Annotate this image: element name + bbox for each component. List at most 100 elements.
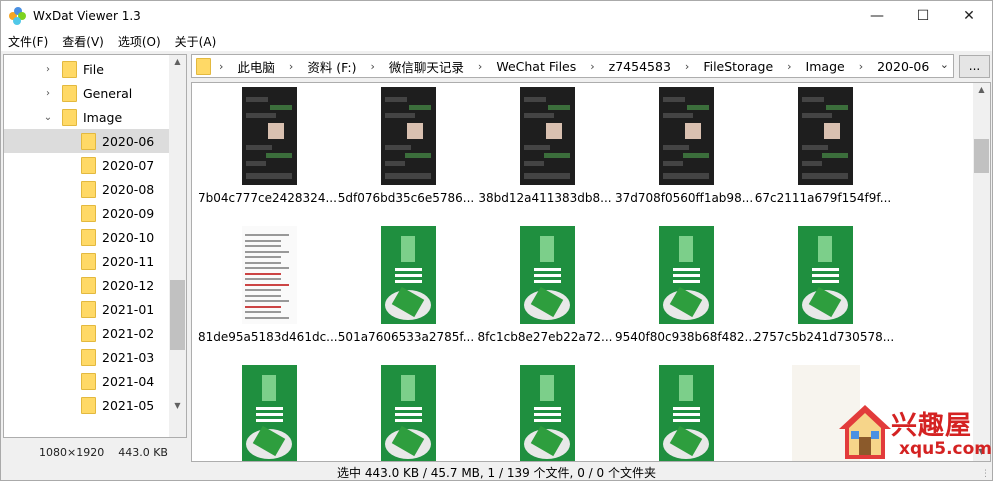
scroll-down-icon[interactable]: ▼ bbox=[169, 401, 186, 410]
thumbnail-item[interactable]: 501a7606533a2785f... bbox=[337, 226, 475, 360]
breadcrumb-item[interactable]: Image bbox=[798, 59, 853, 74]
image-info: 1080×1920 443.0 KB bbox=[3, 441, 187, 463]
content-scroll-thumb[interactable] bbox=[974, 139, 989, 173]
app-logo-icon bbox=[9, 7, 27, 25]
minimize-icon: — bbox=[870, 8, 884, 24]
folder-icon bbox=[81, 348, 96, 366]
thumbnail-image bbox=[242, 365, 297, 461]
tree-item-2021-01[interactable]: 2021-01 bbox=[4, 297, 170, 321]
image-resolution: 1080×1920 bbox=[39, 445, 105, 459]
breadcrumb-item[interactable]: 2020-06 bbox=[869, 59, 937, 74]
status-bar: 选中 443.0 KB / 45.7 MB, 1 / 139 个文件, 0 / … bbox=[1, 463, 992, 481]
watermark-house-icon bbox=[839, 405, 891, 459]
breadcrumb-item[interactable]: z7454583 bbox=[601, 59, 679, 74]
thumbnail-item[interactable]: 81de95a5183d461dc... bbox=[198, 226, 338, 360]
thumbnail-item[interactable]: 9540f80c938b68f482... bbox=[615, 226, 756, 360]
tree-item-2020-06[interactable]: 2020-06 bbox=[4, 129, 170, 153]
thumbnail-item[interactable] bbox=[337, 365, 475, 461]
breadcrumb-item[interactable]: WeChat Files bbox=[488, 59, 584, 74]
scroll-up-icon[interactable]: ▲ bbox=[169, 57, 186, 66]
chevron-right-icon[interactable]: › bbox=[283, 60, 299, 73]
tree-item-2021-05[interactable]: 2021-05 bbox=[4, 393, 170, 417]
tree-item-2021-02[interactable]: 2021-02 bbox=[4, 321, 170, 345]
watermark-url: xqu5.com bbox=[899, 439, 992, 459]
tree-item-2020-09[interactable]: 2020-09 bbox=[4, 201, 170, 225]
minimize-button[interactable]: — bbox=[854, 1, 900, 31]
window-controls: — ☐ ✕ bbox=[854, 1, 992, 31]
tree-item-image[interactable]: ⌄ Image bbox=[4, 105, 170, 129]
chevron-right-icon[interactable]: › bbox=[853, 60, 869, 73]
tree-item-2020-11[interactable]: 2020-11 bbox=[4, 249, 170, 273]
tree-item-label: 2020-10 bbox=[102, 229, 155, 245]
menu-about[interactable]: 关于(A) bbox=[168, 33, 224, 50]
folder-icon bbox=[62, 108, 77, 126]
thumbnail-item[interactable]: 37d708f0560ff1ab98... bbox=[615, 87, 753, 221]
thumbnail-item[interactable] bbox=[476, 365, 614, 461]
folder-icon bbox=[81, 132, 96, 150]
thumbnail-image bbox=[659, 87, 714, 185]
browse-button[interactable]: ... bbox=[959, 55, 990, 78]
folder-tree[interactable]: › File › General ⌄ Image 2020-06 2020-07 2… bbox=[3, 54, 187, 438]
thumbnail-item[interactable] bbox=[615, 365, 753, 461]
chevron-right-icon[interactable]: › bbox=[42, 64, 54, 75]
tree-item-2021-04[interactable]: 2021-04 bbox=[4, 369, 170, 393]
thumbnail-image bbox=[798, 226, 853, 324]
thumbnail-item[interactable]: 2757c5b241d730578... bbox=[754, 226, 895, 360]
thumbnail-image bbox=[381, 365, 436, 461]
tree-item-label: 2020-11 bbox=[102, 253, 155, 269]
breadcrumb-item[interactable]: FileStorage bbox=[695, 59, 781, 74]
dropdown-arrow-icon[interactable]: ⌄ bbox=[940, 58, 949, 71]
folder-icon bbox=[81, 156, 96, 174]
tree-item-label: General bbox=[83, 85, 133, 101]
breadcrumb-item[interactable]: 资料 (F:) bbox=[299, 57, 364, 76]
folder-icon bbox=[62, 60, 77, 78]
menu-view[interactable]: 查看(V) bbox=[55, 33, 111, 50]
thumbnail-item[interactable]: 5df076bd35c6e5786... bbox=[337, 87, 475, 221]
folder-icon bbox=[81, 276, 96, 294]
thumbnail-item[interactable]: 8fc1cb8e27eb22a72... bbox=[476, 226, 614, 360]
thumbnail-item[interactable]: 67c2111a679f154f9f... bbox=[754, 87, 892, 221]
chevron-right-icon[interactable]: › bbox=[472, 60, 488, 73]
tree-item-label: File bbox=[83, 61, 104, 77]
thumbnail-item[interactable]: 7b04c777ce2428324... bbox=[198, 87, 337, 221]
breadcrumb-item[interactable]: 此电脑 bbox=[229, 57, 283, 76]
thumbnail-item[interactable]: 38bd12a411383db8... bbox=[476, 87, 614, 221]
thumbnail-image bbox=[381, 87, 436, 185]
folder-icon bbox=[196, 57, 211, 75]
thumbnail-label: 67c2111a679f154f9f... bbox=[754, 191, 892, 205]
address-bar[interactable]: › 此电脑 › 资料 (F:) › 微信聊天记录 › WeChat Files › z74545… bbox=[191, 54, 954, 78]
chevron-right-icon[interactable]: › bbox=[42, 88, 54, 99]
maximize-button[interactable]: ☐ bbox=[900, 1, 946, 31]
close-button[interactable]: ✕ bbox=[946, 1, 992, 31]
menu-file[interactable]: 文件(F) bbox=[1, 33, 55, 50]
scroll-up-icon[interactable]: ▲ bbox=[973, 85, 990, 94]
thumbnail-image bbox=[381, 226, 436, 324]
breadcrumb-item[interactable]: 微信聊天记录 bbox=[381, 57, 472, 76]
tree-item-2020-12[interactable]: 2020-12 bbox=[4, 273, 170, 297]
menu-options[interactable]: 选项(O) bbox=[111, 33, 168, 50]
tree-item-2020-07[interactable]: 2020-07 bbox=[4, 153, 170, 177]
tree-item-label: 2021-04 bbox=[102, 373, 155, 389]
chevron-right-icon[interactable]: › bbox=[213, 60, 229, 73]
tree-item-label: 2020-07 bbox=[102, 157, 155, 173]
tree-scroll-thumb[interactable] bbox=[170, 280, 185, 350]
resize-grip-icon[interactable]: ⋮ bbox=[981, 469, 990, 479]
thumbnail-label: 2757c5b241d730578... bbox=[754, 330, 895, 344]
folder-icon bbox=[81, 372, 96, 390]
tree-item-general[interactable]: › General bbox=[4, 81, 170, 105]
chevron-right-icon[interactable]: › bbox=[365, 60, 381, 73]
tree-item-2020-10[interactable]: 2020-10 bbox=[4, 225, 170, 249]
chevron-right-icon[interactable]: › bbox=[781, 60, 797, 73]
thumbnail-item[interactable] bbox=[198, 365, 336, 461]
tree-item-2020-08[interactable]: 2020-08 bbox=[4, 177, 170, 201]
content-scrollbar[interactable]: ▲ ▼ bbox=[973, 83, 990, 461]
thumbnail-label: 9540f80c938b68f482... bbox=[615, 330, 756, 344]
chevron-right-icon[interactable]: › bbox=[584, 60, 600, 73]
thumbnail-label: 8fc1cb8e27eb22a72... bbox=[477, 330, 613, 344]
chevron-down-icon[interactable]: ⌄ bbox=[42, 112, 54, 123]
tree-scrollbar[interactable]: ▲ ▼ bbox=[169, 55, 186, 437]
tree-item-label: 2020-12 bbox=[102, 277, 155, 293]
tree-item-file[interactable]: › File bbox=[4, 57, 170, 81]
chevron-right-icon[interactable]: › bbox=[679, 60, 695, 73]
tree-item-2021-03[interactable]: 2021-03 bbox=[4, 345, 170, 369]
